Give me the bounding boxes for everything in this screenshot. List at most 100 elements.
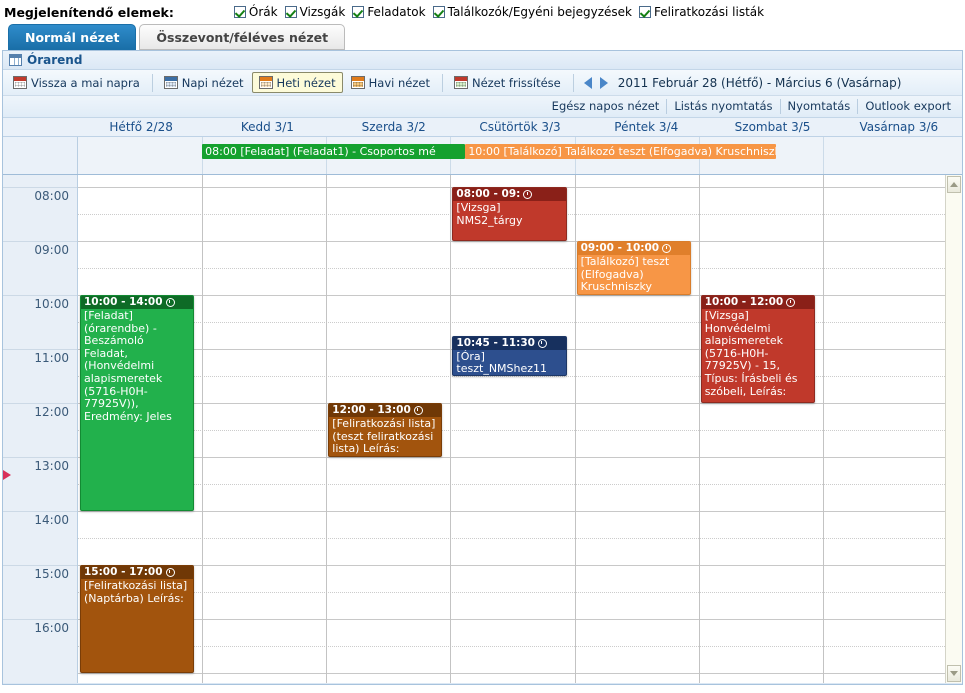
- filter-checkbox-label: Feladatok: [367, 5, 426, 19]
- all-day-events-band: 08:00 [Feladat] (Feladat1) - Csoportos m…: [3, 137, 962, 175]
- scroll-up-button[interactable]: [947, 176, 961, 193]
- event-time-label: 15:00 - 17:00: [84, 566, 163, 578]
- toolbar-link-2[interactable]: Listás nyomtatás: [666, 99, 779, 114]
- toolbar-separator: [572, 73, 574, 92]
- event-description: [Feliratkozási lista] (teszt feliratkozá…: [332, 417, 436, 456]
- previous-week-icon[interactable]: [583, 76, 592, 89]
- checkbox-checked-icon[interactable]: [233, 6, 246, 18]
- event-time-label: 10:45 - 11:30: [456, 336, 535, 349]
- schedule-toolbar: Vissza a mai napra Napi nézet Heti nézet…: [3, 70, 962, 96]
- refresh-calendar-icon: [453, 76, 468, 89]
- day-column-divider: [326, 175, 327, 683]
- filter-checkbox-item[interactable]: Feliratkozási listák: [638, 5, 765, 19]
- hour-gridline: [78, 619, 945, 620]
- filter-checkbox-item[interactable]: Feladatok: [352, 5, 426, 19]
- filter-checkbox-label: Találkozók/Egyéni bejegyzések: [447, 5, 632, 19]
- all-day-column-divider: [822, 137, 824, 174]
- calendar-event[interactable]: 10:00 - 14:00 [Feladat] (órarendbe) - Bes…: [80, 295, 195, 511]
- day-header-wednesday: Szerda 3/2: [361, 120, 426, 134]
- checkbox-checked-icon[interactable]: [284, 6, 297, 18]
- hour-gridline: [78, 565, 945, 566]
- filter-checkbox-item[interactable]: Vizsgák: [284, 5, 345, 19]
- time-label: 12:00: [34, 405, 69, 419]
- event-time-header: 10:45 - 11:30: [453, 336, 566, 350]
- day-view-button[interactable]: Napi nézet: [157, 72, 251, 93]
- filter-checkbox-item[interactable]: Találkozók/Egyéni bejegyzések: [432, 5, 632, 19]
- display-filter-title: Megjelenítendő elemek:: [4, 4, 174, 20]
- calendar-month-icon: [350, 76, 365, 89]
- vertical-scrollbar[interactable]: [945, 175, 962, 683]
- time-axis-gridline: [3, 457, 77, 458]
- calendar-event[interactable]: 10:00 - 12:00 [Vizsga] Honvédelmi alapism…: [700, 295, 815, 403]
- calendar-today-icon: [13, 76, 27, 89]
- panel-bottom-strip: [3, 683, 962, 684]
- day-column-divider: [202, 175, 203, 683]
- calendar-event[interactable]: 12:00 - 13:00 [Feliratkozási lista] (tesz…: [328, 403, 443, 457]
- calendar-event[interactable]: 10:45 - 11:30 [Óra] teszt_NMShez11: [452, 335, 567, 376]
- event-time-header: 08:00 - 09:: [453, 188, 566, 201]
- event-time-label: 12:00 - 13:00: [332, 404, 411, 416]
- next-week-icon[interactable]: [599, 76, 608, 89]
- event-time-label: 10:00 - 12:00: [704, 296, 784, 308]
- event-time-header: 10:00 - 14:00: [81, 296, 194, 309]
- time-axis-gridline: [3, 241, 77, 242]
- toolbar-separator: [151, 73, 153, 92]
- hour-gridline: [78, 241, 945, 242]
- half-hour-gridline: [78, 646, 945, 647]
- calendar-event[interactable]: 08:00 - 09: [Vizsga] NMS2_tárgy: [452, 187, 567, 241]
- toolbar-separator: [441, 73, 443, 92]
- hour-gridline: [78, 511, 945, 512]
- clock-icon: [537, 338, 547, 348]
- calendar-event[interactable]: 09:00 - 10:00 [Találkozó] teszt (Elfogadv…: [576, 241, 691, 295]
- time-label: 08:00: [34, 189, 69, 203]
- filter-checkbox-item[interactable]: Órák: [233, 5, 278, 19]
- today-button[interactable]: Vissza a mai napra: [6, 72, 147, 93]
- day-header-sunday: Vasárnap 3/6: [859, 120, 939, 134]
- week-view-button[interactable]: Heti nézet: [251, 72, 343, 93]
- event-time-label: 09:00 - 10:00: [580, 242, 660, 254]
- time-label: 10:00: [34, 297, 69, 311]
- toolbar-link-4[interactable]: Outlook export: [857, 99, 958, 114]
- toolbar-link-3[interactable]: Nyomtatás: [779, 99, 858, 114]
- calendar-event[interactable]: 15:00 - 17:00 [Feliratkozási lista] (Napt…: [80, 565, 195, 673]
- panel-header: Órarend: [3, 51, 962, 70]
- event-description: [Vizsga] NMS2_tárgy: [456, 201, 523, 227]
- event-time-label: 10:00 - 14:00: [84, 296, 163, 308]
- scroll-down-button[interactable]: [947, 665, 961, 682]
- clock-icon: [165, 298, 175, 307]
- panel-title: Órarend: [27, 53, 83, 67]
- time-label: 13:00: [34, 459, 69, 473]
- day-header-friday: Péntek 3/4: [614, 120, 679, 134]
- tab-normal-view[interactable]: Normál nézet: [8, 24, 137, 50]
- day-header-tuesday: Kedd 3/1: [240, 120, 294, 134]
- event-description: [Feliratkozási lista] (Naptárba) Leírás:: [84, 579, 188, 605]
- tab-combined-semester-view[interactable]: Összevont/féléves nézet: [139, 24, 346, 50]
- half-hour-gridline: [78, 484, 945, 485]
- toolbar-link-1[interactable]: Egész napos nézet: [545, 99, 667, 114]
- date-range-label: 2011 Február 28 (Hétfő) - Március 6 (Vas…: [617, 75, 902, 90]
- event-description: [Feladat] (órarendbe) - Beszámoló Felada…: [84, 309, 172, 423]
- half-hour-gridline: [78, 268, 945, 269]
- chevron-down-icon: [950, 671, 958, 676]
- display-filter-bar: Megjelenítendő elemek: Órák Vizsgák Felada…: [0, 0, 965, 22]
- checkbox-checked-icon[interactable]: [432, 6, 445, 18]
- hour-gridline: [78, 295, 945, 296]
- time-axis-gridline: [3, 349, 77, 350]
- all-day-columns: 08:00 [Feladat] (Feladat1) - Csoportos m…: [78, 137, 962, 174]
- all-day-event[interactable]: 08:00 [Feladat] (Feladat1) - Csoportos m…: [202, 144, 466, 159]
- all-day-event[interactable]: 10:00 [Találkozó] Találkozó teszt (Elfog…: [465, 144, 776, 159]
- hour-gridline: [78, 673, 945, 674]
- time-label: 11:00: [34, 351, 69, 365]
- schedule-panel: Órarend Vissza a mai napra Napi nézet He…: [2, 50, 963, 685]
- month-view-button[interactable]: Havi nézet: [344, 72, 437, 93]
- checkbox-checked-icon[interactable]: [638, 6, 651, 18]
- checkbox-checked-icon[interactable]: [352, 6, 365, 18]
- time-axis-gridline: [3, 619, 77, 620]
- half-hour-gridline: [78, 322, 945, 323]
- clock-icon: [165, 568, 175, 577]
- view-tabs: Normál nézet Összevont/féléves nézet: [0, 22, 965, 50]
- time-axis-gridline: [3, 511, 77, 512]
- refresh-view-button[interactable]: Nézet frissítése: [447, 72, 568, 93]
- filter-checkbox-label: Órák: [248, 5, 278, 19]
- filter-checkbox-label: Feliratkozási listák: [653, 5, 765, 19]
